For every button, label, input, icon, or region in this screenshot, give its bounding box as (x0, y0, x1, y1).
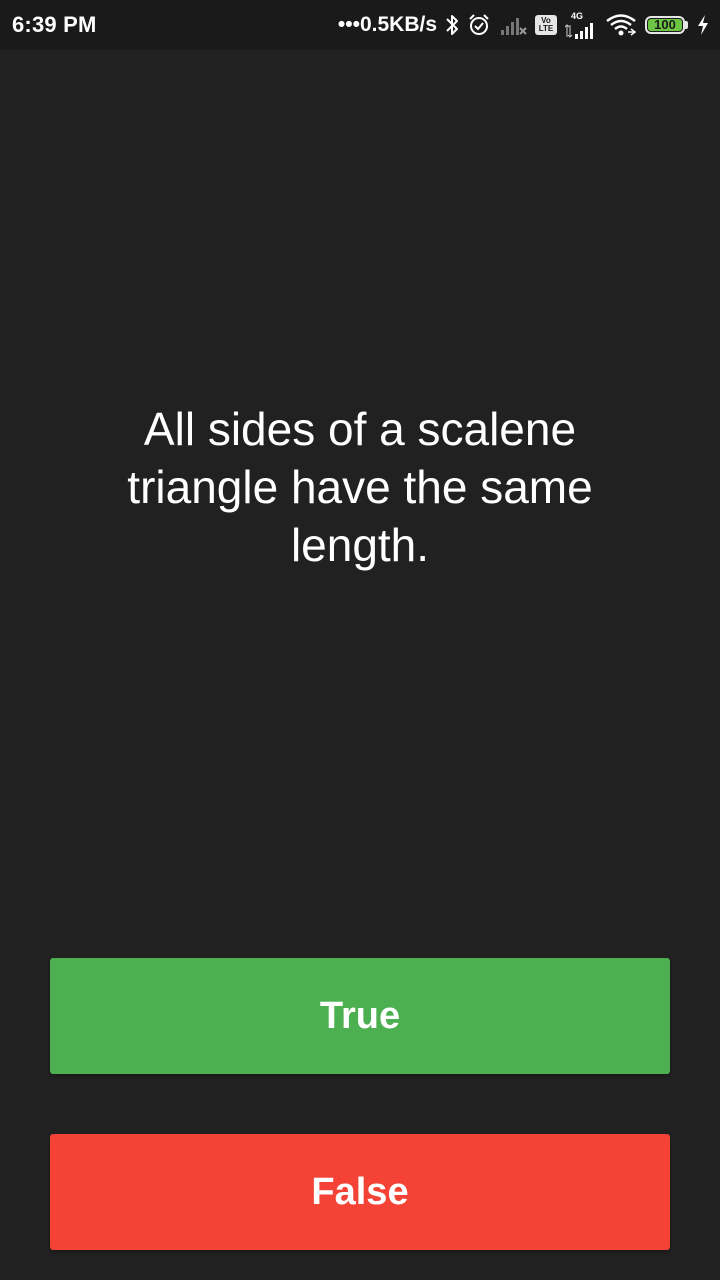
true-button[interactable]: True (50, 958, 670, 1074)
bluetooth-icon (445, 13, 459, 37)
status-icons: •••0.5KB/s Vo LTE 4G 100 (337, 10, 710, 39)
status-bar: 6:39 PM •••0.5KB/s Vo LTE 4G 100 (0, 0, 720, 50)
signal-4g-icon: 4G (565, 10, 597, 39)
network-type-label: 4G (571, 10, 584, 21)
alarm-icon (467, 13, 491, 37)
volte-icon: Vo LTE (535, 15, 557, 35)
battery-icon: 100 (645, 16, 688, 34)
false-button[interactable]: False (50, 1134, 670, 1250)
network-speed: •••0.5KB/s (337, 13, 437, 36)
status-time: 6:39 PM (12, 12, 97, 37)
wifi-icon (605, 13, 637, 37)
battery-level: 100 (648, 18, 682, 31)
charging-icon (696, 14, 710, 36)
volte-bottom-label: LTE (538, 24, 554, 33)
question-text: All sides of a scalene triangle have the… (127, 403, 593, 571)
signal-sim1-icon (499, 14, 527, 36)
